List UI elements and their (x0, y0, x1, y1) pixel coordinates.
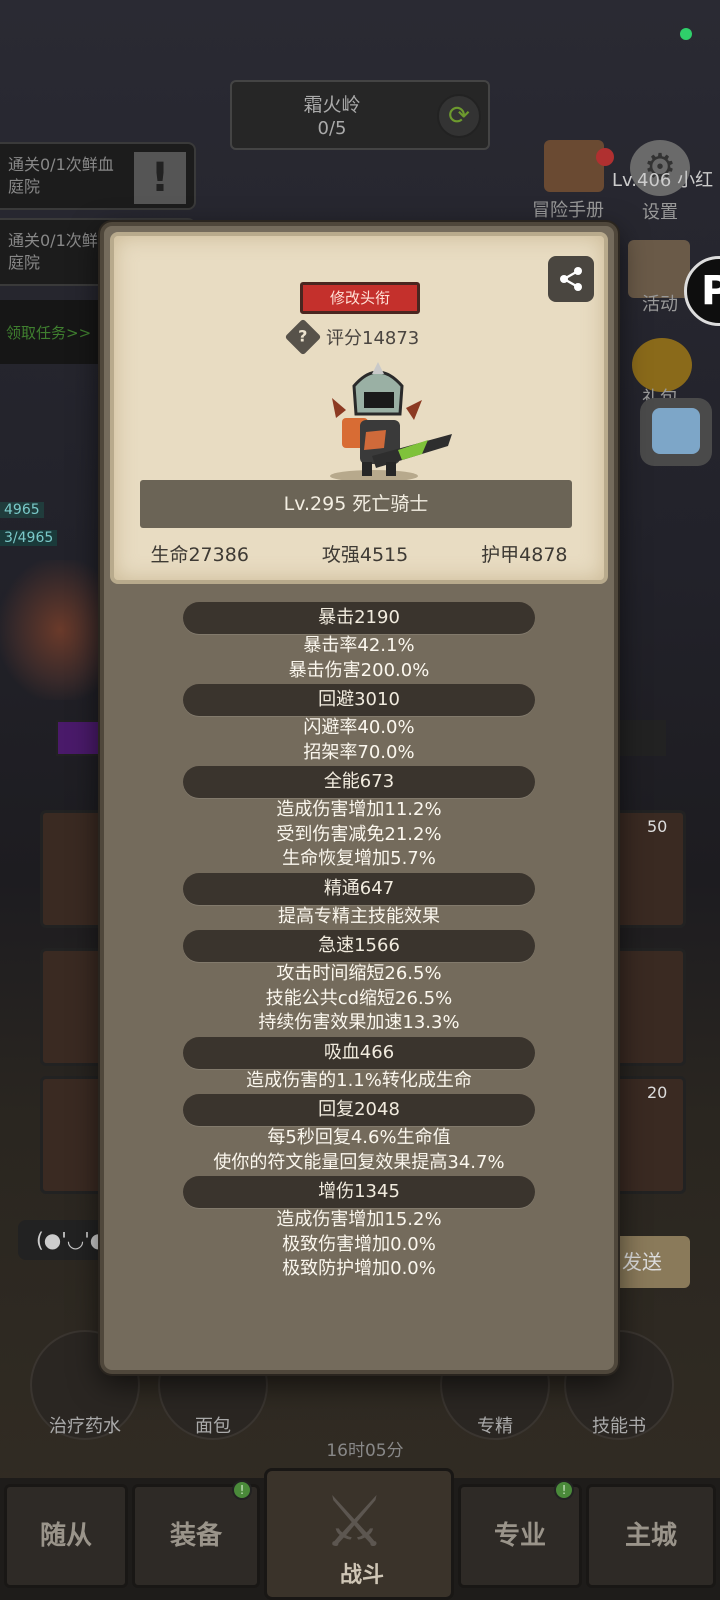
edit-title-button[interactable]: 修改头衔 (300, 282, 420, 314)
refresh-icon[interactable]: ⟳ (437, 94, 481, 138)
stat-detail: 提高专精主技能效果 (278, 905, 440, 927)
stat-detail: 使你的符文能量回复效果提高34.7% (213, 1151, 505, 1173)
stat-header: 精通647 (183, 872, 535, 905)
stat-attack-power: 攻强4515 (321, 544, 409, 566)
share-button[interactable] (548, 256, 594, 302)
item-label: 技能书 (592, 1416, 646, 1437)
character-card: 修改头衔 ? 评分14873 Lv.295 死亡骑士 生命27386 攻强451… (110, 232, 608, 584)
help-icon[interactable]: ? (284, 318, 322, 356)
emoticon-chat[interactable]: (●'◡'● (18, 1220, 108, 1260)
stat-group-avoidance: 回避3010 闪避率40.0% 招架率70.0% (104, 684, 614, 765)
map-progress-panel[interactable]: 霜火岭 0/5 ⟳ (230, 80, 490, 150)
stat-header: 急速1566 (183, 930, 535, 962)
status-indicator (680, 28, 692, 40)
stat-detail: 造成伤害的1.1%转化成生命 (246, 1069, 472, 1091)
stat-health: 生命27386 (150, 544, 249, 566)
item-label: 专精 (477, 1416, 513, 1437)
tab-battle[interactable]: ⚔ 战斗 (264, 1468, 454, 1600)
exclamation-icon: ! (134, 152, 186, 204)
stat-detail: 造成伤害增加11.2% (276, 799, 442, 820)
stat-detail: 暴击率42.1% (303, 635, 415, 656)
score-row: ? 评分14873 (284, 318, 420, 356)
stat-group-versatility: 全能673 造成伤害增加11.2% 受到伤害减免21.2% 生命恢复增加5.7% (104, 766, 614, 872)
death-knight-portrait (330, 362, 452, 482)
character-stats-modal: 修改头衔 ? 评分14873 Lv.295 死亡骑士 生命27386 攻强451… (100, 222, 618, 1374)
map-name: 霜火岭 (303, 94, 361, 116)
stat-detail: 受到伤害减免21.2% (276, 823, 442, 845)
slot-count: 20 (647, 1083, 668, 1102)
monster-sprite (0, 560, 100, 700)
stat-group-leech: 吸血466 造成伤害的1.1%转化成生命 (104, 1036, 614, 1094)
settings-label: 设置 (642, 202, 678, 223)
claim-task-button[interactable]: 领取任务>> (0, 300, 110, 364)
adventure-book-icon[interactable] (544, 140, 604, 192)
stat-group-recovery: 回复2048 每5秒回复4.6%生命值 使你的符文能量回复效果提高34.7% (104, 1094, 614, 1175)
notification-badge-icon: ! (232, 1480, 252, 1500)
map-progress: 0/5 (317, 118, 347, 139)
stat-armor: 护甲4878 (481, 544, 568, 566)
item-label: 治疗药水 (49, 1416, 121, 1437)
core-stats: 生命27386 攻强4515 护甲4878 (114, 540, 604, 567)
stat-header: 回复2048 (183, 1094, 535, 1126)
secondary-stats-list: 暴击2190 暴击率42.1% 暴击伤害200.0% 回避3010 闪避率40.… (104, 602, 614, 1283)
tab-main-city[interactable]: 主城 (586, 1484, 716, 1588)
user-level: Lv.406 小红 (612, 170, 714, 191)
stat-group-mastery: 精通647 提高专精主技能效果 (104, 872, 614, 930)
stat-group-crit: 暴击2190 暴击率42.1% 暴击伤害200.0% (104, 602, 614, 683)
stat-header: 全能673 (183, 766, 535, 798)
quest-text: 通关0/1次鲜血庭院 (8, 155, 114, 196)
item-label: 面包 (195, 1416, 231, 1437)
help-symbol: ? (298, 327, 308, 346)
tab-battle-label: 战斗 (339, 1563, 384, 1588)
stat-detail: 极致防护增加0.0% (282, 1258, 436, 1279)
crossed-swords-icon: ⚔ (323, 1481, 386, 1563)
adventure-book-label: 冒险手册 (532, 200, 604, 221)
stat-header: 吸血466 (183, 1036, 535, 1069)
stat-detail: 技能公共cd缩短26.5% (265, 987, 453, 1009)
timer: 16时05分 (326, 1441, 404, 1461)
stat-detail: 造成伤害增加15.2% (276, 1209, 442, 1230)
touch-screen-icon (652, 408, 700, 454)
stat-group-damage-bonus: 增伤1345 造成伤害增加15.2% 极致伤害增加0.0% 极致防护增加0.0% (104, 1176, 614, 1282)
stat-header: 暴击2190 (183, 602, 535, 634)
stat-header: 回避3010 (183, 684, 535, 716)
stat-header: 增伤1345 (183, 1176, 535, 1208)
tab-followers[interactable]: 随从 (4, 1484, 128, 1588)
slot-count: 50 (647, 817, 668, 836)
stat-detail: 持续伤害效果加速13.3% (258, 1012, 460, 1033)
stat-detail: 极致伤害增加0.0% (282, 1233, 436, 1255)
hp-tag: 4965 (0, 502, 44, 518)
skill-bar (56, 720, 100, 756)
character-name-bar: Lv.295 死亡骑士 (140, 480, 572, 528)
stat-detail: 每5秒回复4.6%生命值 (267, 1127, 451, 1148)
claim-task-label: 领取任务>> (6, 324, 92, 342)
hp-tag: 3/4965 (0, 530, 58, 546)
stat-detail: 生命恢复增加5.7% (282, 848, 436, 869)
stat-group-haste: 急速1566 攻击时间缩短26.5% 技能公共cd缩短26.5% 持续伤害效果加… (104, 930, 614, 1036)
notification-badge-icon: ! (554, 1480, 574, 1500)
stat-detail: 招架率70.0% (303, 741, 415, 763)
stat-detail: 攻击时间缩短26.5% (276, 963, 442, 984)
share-icon (560, 267, 582, 291)
notification-badge-icon (596, 148, 614, 166)
skill-bar (610, 720, 666, 756)
score-value: 评分14873 (326, 328, 420, 349)
quest-item[interactable]: 通关0/1次鲜血庭院 ! (0, 142, 196, 210)
floating-touch-icon[interactable] (640, 398, 712, 466)
stat-detail: 暴击伤害200.0% (288, 659, 430, 681)
stat-detail: 闪避率40.0% (303, 717, 415, 738)
